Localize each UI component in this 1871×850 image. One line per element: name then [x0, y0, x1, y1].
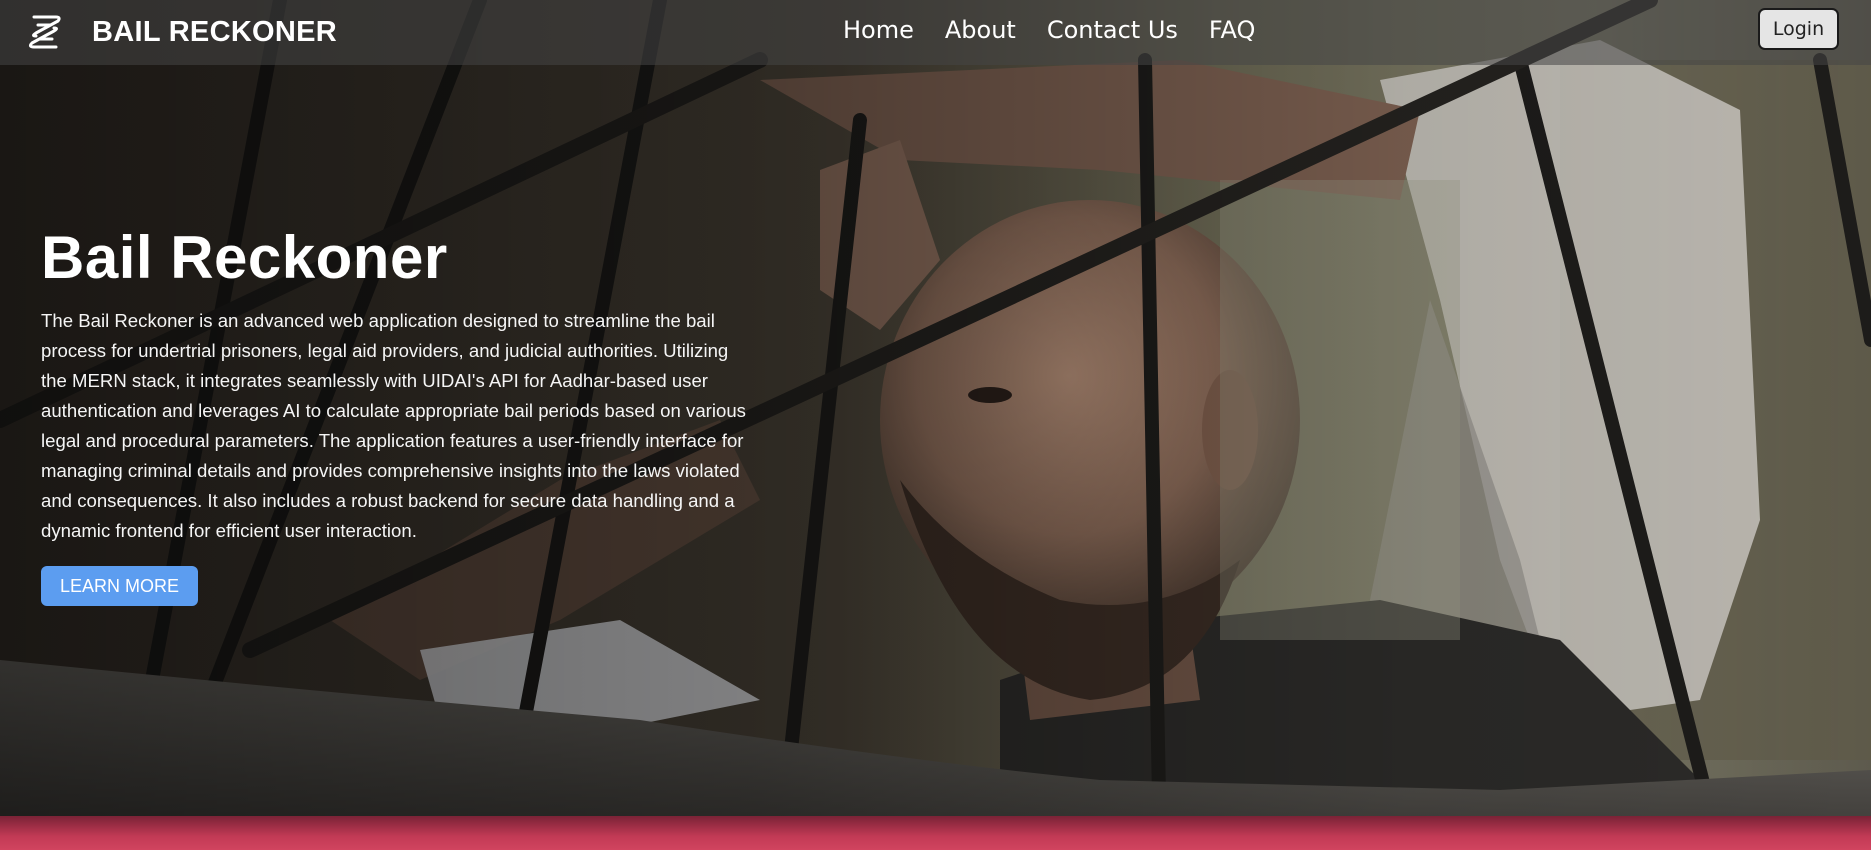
hero-description: The Bail Reckoner is an advanced web app… — [41, 310, 746, 541]
nav-link-about[interactable]: About — [945, 13, 1016, 47]
logo-icon — [28, 15, 61, 49]
top-navbar: BAIL RECKONER Home About Contact Us FAQ … — [0, 0, 1871, 65]
nav-link-contact-us[interactable]: Contact Us — [1047, 13, 1178, 47]
hero-title: Bail Reckoner — [41, 224, 448, 291]
learn-more-button[interactable]: LEARN MORE — [41, 566, 199, 606]
login-button[interactable]: Login — [1758, 8, 1839, 50]
brand-name: BAIL RECKONER — [92, 15, 338, 48]
nav-link-faq[interactable]: FAQ — [1209, 13, 1256, 47]
hero-section: Bail Reckoner The Bail Reckoner is an ad… — [41, 220, 751, 606]
brand[interactable]: BAIL RECKONER — [24, 7, 337, 57]
nav-link-home[interactable]: Home — [843, 13, 914, 47]
main-nav: Home About Contact Us FAQ — [843, 13, 1255, 47]
bottom-accent-band — [0, 816, 1871, 850]
